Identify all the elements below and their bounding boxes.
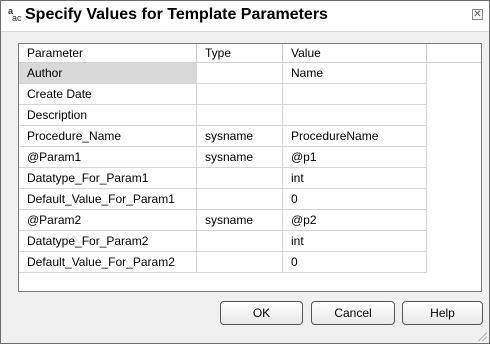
value-cell[interactable]: int — [283, 168, 427, 188]
value-cell[interactable]: @p2 — [283, 210, 427, 230]
resize-grip-icon[interactable] — [477, 331, 487, 341]
value-cell[interactable]: int — [283, 231, 427, 251]
help-button[interactable]: Help — [402, 301, 483, 325]
type-cell — [197, 252, 283, 272]
table-row[interactable]: @Param2 sysname @p2 — [19, 210, 427, 231]
type-cell — [197, 231, 283, 251]
parameter-cell: Author — [19, 63, 197, 83]
column-header-type[interactable]: Type — [197, 44, 283, 62]
parameter-cell: @Param1 — [19, 147, 197, 167]
type-cell — [197, 63, 283, 83]
table-row[interactable]: Procedure_Name sysname ProcedureName — [19, 126, 427, 147]
value-cell[interactable]: ProcedureName — [283, 126, 427, 146]
dialog-title: Specify Values for Template Parameters — [25, 6, 328, 23]
value-cell[interactable]: Name — [283, 63, 427, 83]
column-header-parameter[interactable]: Parameter — [19, 44, 197, 62]
value-cell[interactable] — [283, 105, 427, 125]
value-cell[interactable] — [283, 84, 427, 104]
grid-body: Author Name Create Date Description Procedur… — [19, 63, 427, 273]
parameter-cell: Datatype_For_Param2 — [19, 231, 197, 251]
dialog-window: a ac Specify Values for Template Paramet… — [0, 0, 490, 344]
parameter-cell: Description — [19, 105, 197, 125]
type-cell: sysname — [197, 147, 283, 167]
parameter-cell: Default_Value_For_Param2 — [19, 252, 197, 272]
type-cell: sysname — [197, 210, 283, 230]
type-cell — [197, 105, 283, 125]
table-row[interactable]: Default_Value_For_Param1 0 — [19, 189, 427, 210]
parameter-cell: Procedure_Name — [19, 126, 197, 146]
title-bar[interactable]: a ac Specify Values for Template Paramet… — [1, 1, 489, 32]
template-parameters-icon: a ac — [8, 6, 22, 23]
column-header-value[interactable]: Value — [283, 44, 427, 62]
table-row[interactable]: Default_Value_For_Param2 0 — [19, 252, 427, 273]
value-cell[interactable]: 0 — [283, 189, 427, 209]
table-row[interactable]: Description — [19, 105, 427, 126]
grid-header: Parameter Type Value — [19, 44, 481, 63]
parameter-cell: Datatype_For_Param1 — [19, 168, 197, 188]
parameter-cell: Create Date — [19, 84, 197, 104]
table-row[interactable]: Author Name — [19, 63, 427, 84]
type-cell — [197, 189, 283, 209]
table-row[interactable]: Create Date — [19, 84, 427, 105]
table-row[interactable]: Datatype_For_Param2 int — [19, 231, 427, 252]
table-row[interactable]: @Param1 sysname @p1 — [19, 147, 427, 168]
ok-button[interactable]: OK — [220, 301, 303, 325]
value-cell[interactable]: 0 — [283, 252, 427, 272]
table-row[interactable]: Datatype_For_Param1 int — [19, 168, 427, 189]
close-icon[interactable]: ✕ — [472, 9, 483, 20]
cancel-button[interactable]: Cancel — [311, 301, 395, 325]
parameter-cell: @Param2 — [19, 210, 197, 230]
type-cell: sysname — [197, 126, 283, 146]
parameters-grid: Parameter Type Value Author Name Create Da… — [18, 43, 482, 292]
parameter-cell: Default_Value_For_Param1 — [19, 189, 197, 209]
type-cell — [197, 84, 283, 104]
type-cell — [197, 168, 283, 188]
value-cell[interactable]: @p1 — [283, 147, 427, 167]
